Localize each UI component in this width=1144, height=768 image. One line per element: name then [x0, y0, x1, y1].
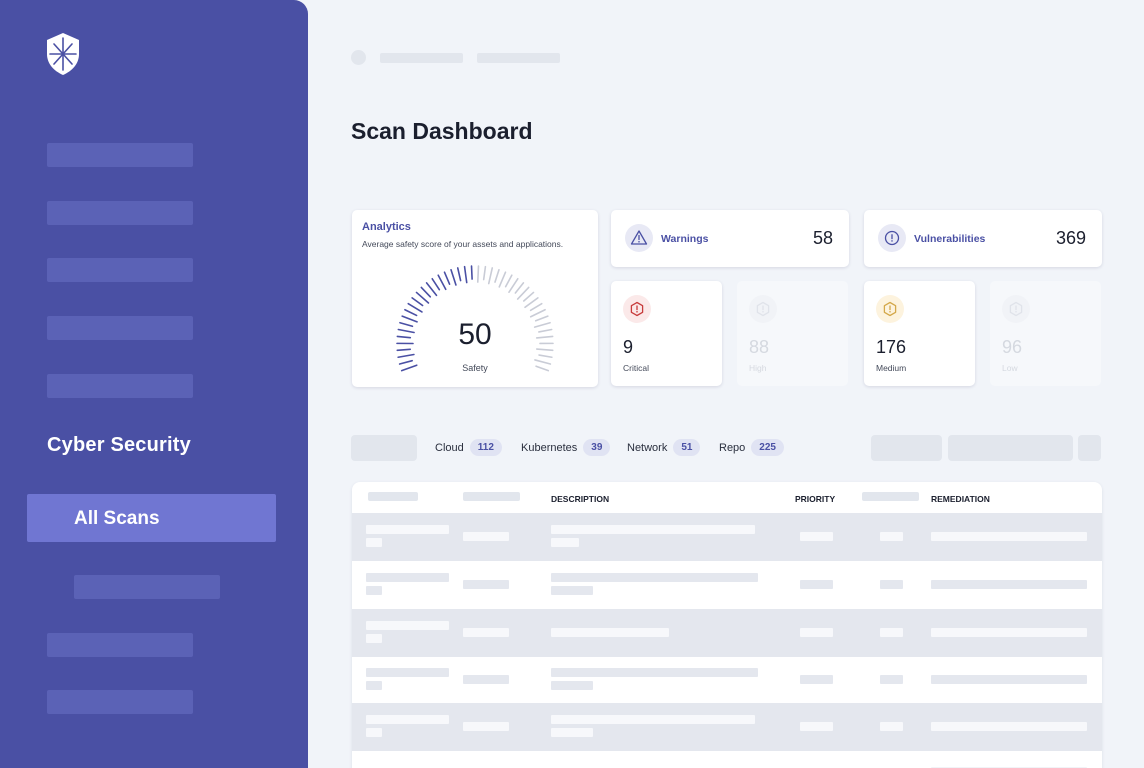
hexagon-alert-icon [623, 295, 651, 323]
gauge-tick [498, 271, 507, 288]
vulnerabilities-card[interactable]: Vulnerabilities 369 [864, 210, 1102, 267]
filter-repo[interactable]: Repo 225 [719, 439, 784, 456]
sidebar-item-placeholder[interactable] [47, 143, 193, 167]
count-badge: 112 [469, 439, 502, 456]
toolbar-button-placeholder[interactable] [871, 435, 942, 461]
table-row[interactable] [352, 656, 1102, 704]
severity-card-high[interactable]: 88 High [737, 281, 848, 386]
severity-label: Critical [623, 363, 649, 373]
page-title: Scan Dashboard [351, 118, 533, 144]
gauge-tick [463, 265, 468, 284]
safety-score-label: Safety [462, 363, 488, 373]
gauge-tick [487, 267, 494, 285]
vulnerabilities-count: 369 [1055, 228, 1086, 248]
sidebar-item-label: All Scans [74, 508, 160, 529]
hexagon-alert-icon [749, 295, 777, 323]
count-badge: 225 [751, 439, 784, 456]
safety-gauge [396, 265, 554, 372]
gauge-tick [482, 265, 487, 281]
alert-circle-icon [878, 224, 906, 252]
filter-kubernetes[interactable]: Kubernetes 39 [521, 439, 611, 456]
severity-value: 88 [749, 337, 770, 357]
severity-label: Low [1002, 363, 1018, 373]
gauge-tick [522, 291, 535, 302]
column-header-placeholder[interactable] [862, 492, 919, 501]
column-header-description[interactable]: DESCRIPTION [551, 494, 609, 504]
severity-value: 9 [623, 337, 634, 357]
gauge-tick [407, 302, 423, 313]
column-header-remediation[interactable]: REMEDIATION [931, 494, 990, 504]
gauge-tick [470, 265, 473, 280]
filter-label: Cloud [435, 441, 464, 454]
filter-label: Network [627, 441, 668, 454]
shield-logo-icon[interactable] [46, 32, 80, 76]
warning-triangle-icon [625, 224, 653, 252]
severity-value: 176 [876, 337, 907, 357]
gauge-tick [529, 302, 543, 312]
column-header-placeholder[interactable] [368, 492, 418, 501]
vulnerabilities-label: Vulnerabilities [914, 233, 986, 245]
sidebar-item-placeholder[interactable] [47, 201, 193, 225]
table-row[interactable] [352, 751, 1102, 768]
severity-label: Medium [876, 363, 907, 373]
gauge-tick [450, 268, 457, 286]
severity-value: 96 [1002, 337, 1023, 357]
table-row[interactable] [352, 609, 1102, 657]
gauge-tick [456, 267, 462, 282]
gauge-tick [508, 277, 519, 293]
sidebar-item-all-scans[interactable]: All Scans [27, 494, 276, 542]
sidebar-item-placeholder[interactable] [47, 316, 193, 340]
gauge-tick [420, 286, 432, 298]
sidebar-item-placeholder[interactable] [47, 258, 193, 282]
gauge-tick [411, 297, 424, 307]
gauge-tick [437, 274, 447, 291]
table-row[interactable] [352, 703, 1102, 751]
column-header-placeholder[interactable] [463, 492, 520, 501]
severity-card-critical[interactable]: 9 Critical [611, 281, 722, 386]
gauge-tick [529, 308, 546, 318]
sidebar-item-placeholder[interactable] [47, 374, 193, 398]
gauge-tick [397, 353, 415, 359]
filter-network[interactable]: Network 51 [627, 439, 701, 456]
sidebar: Cyber Security All Scans [0, 0, 308, 768]
sidebar-section-title[interactable]: Cyber Security [47, 434, 191, 457]
gauge-tick [494, 268, 500, 283]
breadcrumb-item-placeholder[interactable] [380, 53, 463, 63]
severity-card-low[interactable]: 96 Low [990, 281, 1101, 386]
gauge-tick [476, 265, 480, 283]
filter-all-placeholder[interactable] [351, 435, 417, 461]
filter-label: Repo [719, 441, 746, 454]
gauge-tick [514, 282, 525, 294]
hexagon-alert-icon [876, 295, 904, 323]
warnings-label: Warnings [661, 233, 709, 245]
column-header-priority[interactable]: PRIORITY [795, 494, 835, 504]
gauge-tick [443, 271, 451, 285]
count-badge: 39 [583, 439, 611, 456]
warnings-count: 58 [812, 228, 833, 248]
severity-label: High [749, 363, 767, 373]
table-row[interactable] [352, 513, 1102, 561]
filter-label: Kubernetes [521, 441, 578, 454]
toolbar-search-placeholder[interactable] [948, 435, 1073, 461]
toolbar-icon-placeholder[interactable] [1078, 435, 1101, 461]
gauge-tick [404, 308, 418, 317]
sidebar-subitem-placeholder[interactable] [74, 575, 220, 599]
filter-cloud[interactable]: Cloud 112 [435, 439, 502, 456]
safety-score-value: 50 [458, 318, 492, 351]
scans-table: DESCRIPTION PRIORITY REMEDIATION [352, 482, 1102, 768]
breadcrumb-home-icon[interactable] [351, 50, 366, 65]
gauge-tick [538, 354, 553, 359]
sidebar-item-placeholder[interactable] [47, 690, 193, 714]
gauge-tick [504, 274, 513, 288]
hexagon-alert-icon [1002, 295, 1030, 323]
warnings-card[interactable]: Warnings 58 [611, 210, 849, 267]
severity-card-medium[interactable]: 176 Medium [864, 281, 975, 386]
sidebar-item-placeholder[interactable] [47, 633, 193, 657]
count-badge: 51 [673, 439, 701, 456]
breadcrumb-item-placeholder[interactable] [477, 53, 560, 63]
gauge-tick [431, 277, 441, 291]
analytics-card: Analytics Average safety score of your a… [352, 210, 598, 387]
table-row[interactable] [352, 561, 1102, 609]
